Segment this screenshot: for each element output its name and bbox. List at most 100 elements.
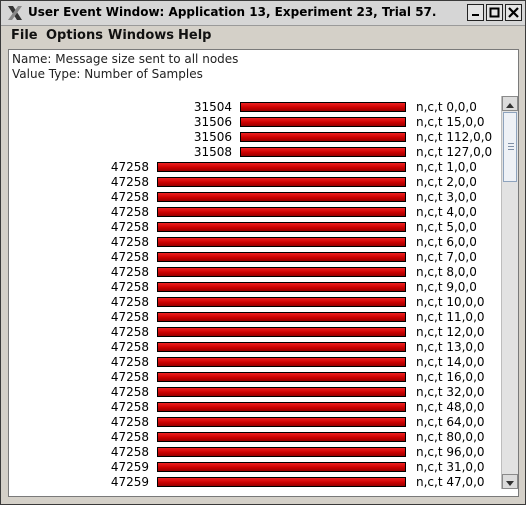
table-row: 47258 n,c,t 11,0,0 (9, 310, 501, 325)
value-bar[interactable] (157, 237, 406, 247)
menu-windows[interactable]: Windows (108, 28, 174, 43)
row-label: n,c,t 15,0,0 (416, 115, 485, 129)
row-value: 47258 (110, 310, 149, 324)
row-value: 47258 (110, 385, 149, 399)
table-row: 47258 n,c,t 5,0,0 (9, 220, 501, 235)
row-label: n,c,t 112,0,0 (416, 130, 493, 144)
menu-options[interactable]: Options (46, 28, 103, 43)
value-bar[interactable] (157, 462, 406, 472)
x-window-icon[interactable] (6, 4, 24, 22)
row-label: n,c,t 2,0,0 (416, 175, 477, 189)
table-row: 47258 n,c,t 2,0,0 (9, 175, 501, 190)
value-bar[interactable] (240, 132, 406, 142)
value-bar[interactable] (157, 222, 406, 232)
table-row: 47258 n,c,t 7,0,0 (9, 250, 501, 265)
value-bar[interactable] (157, 207, 406, 217)
value-bar[interactable] (157, 297, 406, 307)
table-row: 47258 n,c,t 96,0,0 (9, 445, 501, 460)
value-bar[interactable] (240, 102, 406, 112)
table-row: 31506 n,c,t 112,0,0 (9, 130, 501, 145)
minimize-button[interactable] (467, 4, 484, 21)
table-row: 47258 n,c,t 1,0,0 (9, 160, 501, 175)
row-value: 47258 (110, 205, 149, 219)
value-bar[interactable] (157, 477, 406, 487)
value-bar[interactable] (157, 387, 406, 397)
row-value: 47258 (110, 325, 149, 339)
value-bar[interactable] (157, 312, 406, 322)
value-bar[interactable] (157, 327, 406, 337)
row-label: n,c,t 1,0,0 (416, 160, 477, 174)
user-event-window: User Event Window: Application 13, Exper… (0, 0, 526, 505)
maximize-button[interactable] (486, 4, 503, 21)
value-bar[interactable] (157, 162, 406, 172)
value-bar[interactable] (157, 177, 406, 187)
table-row: 47259 n,c,t 31,0,0 (9, 460, 501, 475)
table-row: 47258 n,c,t 64,0,0 (9, 415, 501, 430)
row-value: 31508 (193, 145, 232, 159)
table-row: 31504 n,c,t 0,0,0 (9, 100, 501, 115)
scroll-thumb[interactable] (503, 112, 517, 182)
table-row: 47258 n,c,t 4,0,0 (9, 205, 501, 220)
menu-help[interactable]: Help (178, 28, 211, 43)
row-label: n,c,t 64,0,0 (416, 415, 485, 429)
close-button[interactable] (505, 4, 522, 21)
row-value: 31506 (193, 115, 232, 129)
vertical-scrollbar[interactable] (501, 96, 518, 489)
value-bar[interactable] (240, 147, 406, 157)
row-value: 47258 (110, 190, 149, 204)
value-bar[interactable] (157, 432, 406, 442)
row-label: n,c,t 80,0,0 (416, 430, 485, 444)
row-value: 47258 (110, 430, 149, 444)
table-row: 47258 n,c,t 16,0,0 (9, 370, 501, 385)
table-row: 47258 n,c,t 3,0,0 (9, 190, 501, 205)
value-bar[interactable] (157, 372, 406, 382)
title-bar[interactable]: User Event Window: Application 13, Exper… (1, 1, 525, 26)
row-label: n,c,t 16,0,0 (416, 370, 485, 384)
row-label: n,c,t 0,0,0 (416, 100, 477, 114)
row-label: n,c,t 10,0,0 (416, 295, 485, 309)
minimize-icon (472, 14, 479, 16)
row-label: n,c,t 127,0,0 (416, 145, 493, 159)
window-title: User Event Window: Application 13, Exper… (28, 5, 437, 19)
row-value: 47258 (110, 415, 149, 429)
table-row: 47258 n,c,t 48,0,0 (9, 400, 501, 415)
value-bar[interactable] (157, 192, 406, 202)
row-value: 47258 (110, 175, 149, 189)
arrow-up-icon (506, 103, 514, 108)
row-label: n,c,t 3,0,0 (416, 190, 477, 204)
value-bar[interactable] (240, 117, 406, 127)
value-bar[interactable] (157, 282, 406, 292)
row-label: n,c,t 48,0,0 (416, 400, 485, 414)
scroll-up-button[interactable] (502, 96, 518, 111)
table-row: 47258 n,c,t 6,0,0 (9, 235, 501, 250)
value-bar[interactable] (157, 402, 406, 412)
value-bar[interactable] (157, 252, 406, 262)
table-row: 47258 n,c,t 13,0,0 (9, 340, 501, 355)
value-bar[interactable] (157, 417, 406, 427)
row-value: 47258 (110, 295, 149, 309)
row-value: 47258 (110, 250, 149, 264)
value-bar[interactable] (157, 267, 406, 277)
menu-file[interactable]: File (11, 28, 38, 43)
table-row: 47259 n,c,t 47,0,0 (9, 475, 501, 490)
table-row: 47258 n,c,t 32,0,0 (9, 385, 501, 400)
value-bar[interactable] (157, 357, 406, 367)
table-row: 31506 n,c,t 15,0,0 (9, 115, 501, 130)
value-bar[interactable] (157, 447, 406, 457)
value-bar[interactable] (157, 342, 406, 352)
row-label: n,c,t 6,0,0 (416, 235, 477, 249)
row-value: 47259 (110, 475, 149, 489)
scroll-down-button[interactable] (502, 474, 518, 489)
row-value: 47259 (110, 460, 149, 474)
row-value: 47258 (110, 280, 149, 294)
maximize-icon (489, 7, 500, 18)
row-value: 31506 (193, 130, 232, 144)
chart-panel: Name: Message size sent to all nodes Val… (8, 49, 519, 497)
row-value: 47258 (110, 220, 149, 234)
row-label: n,c,t 12,0,0 (416, 325, 485, 339)
close-icon (508, 7, 519, 18)
row-label: n,c,t 47,0,0 (416, 475, 485, 489)
row-label: n,c,t 31,0,0 (416, 460, 485, 474)
row-label: n,c,t 7,0,0 (416, 250, 477, 264)
row-value: 47258 (110, 340, 149, 354)
